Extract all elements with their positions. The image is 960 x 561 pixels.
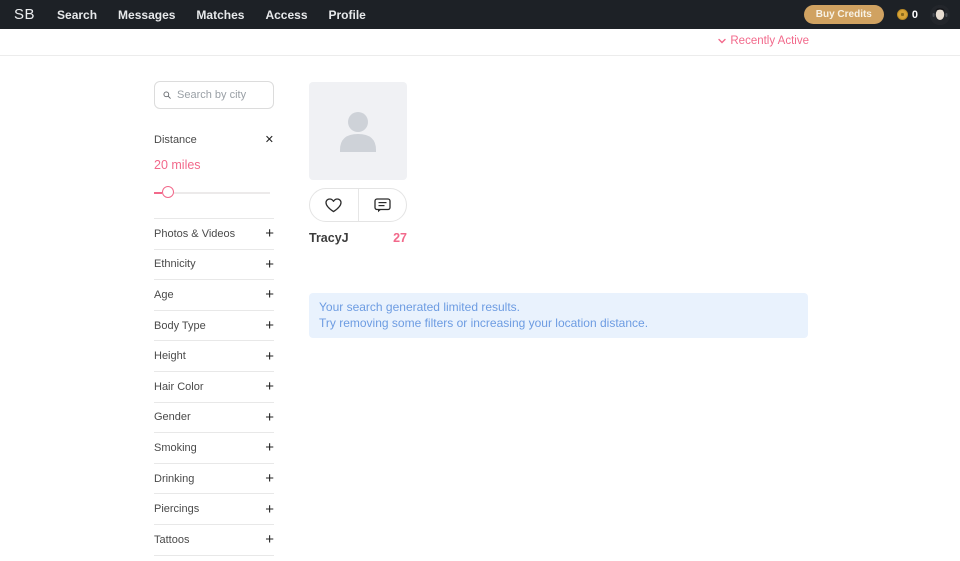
profile-card: TracyJ 27 <box>309 82 407 245</box>
profile-meta: TracyJ 27 <box>309 231 407 245</box>
filter-photos-videos[interactable]: Photos & Videos + <box>154 218 274 249</box>
distance-value: 20 miles <box>154 158 274 172</box>
filter-drinking[interactable]: Drinking + <box>154 463 274 494</box>
expand-plus-icon: + <box>265 257 274 272</box>
message-button[interactable] <box>359 189 407 221</box>
filter-list: Photos & Videos + Ethnicity + Age + Body… <box>154 218 274 556</box>
expand-plus-icon: + <box>265 349 274 364</box>
user-avatar[interactable] <box>930 5 950 25</box>
clear-distance-icon[interactable]: ✕ <box>265 135 274 146</box>
filter-age[interactable]: Age + <box>154 279 274 310</box>
chat-bubble-icon <box>374 198 391 213</box>
distance-slider[interactable] <box>154 186 274 199</box>
slider-handle[interactable] <box>162 186 174 198</box>
nav-item-messages[interactable]: Messages <box>118 8 175 22</box>
heart-icon <box>325 198 342 213</box>
profile-action-bar <box>309 188 407 222</box>
filter-tattoos[interactable]: Tattoos + <box>154 524 274 555</box>
buy-credits-button[interactable]: Buy Credits <box>804 5 884 24</box>
expand-plus-icon: + <box>265 471 274 486</box>
filter-ethnicity[interactable]: Ethnicity + <box>154 249 274 280</box>
app-logo[interactable]: SB <box>14 6 35 23</box>
filter-gender[interactable]: Gender + <box>154 402 274 433</box>
sort-label: Recently Active <box>730 35 809 47</box>
results-toolbar: Recently Active <box>0 29 960 56</box>
expand-plus-icon: + <box>265 532 274 547</box>
city-search-input[interactable] <box>177 89 265 101</box>
like-button[interactable] <box>310 189 359 221</box>
limited-results-notice: Your search generated limited results. T… <box>309 293 808 338</box>
expand-plus-icon: + <box>265 410 274 425</box>
profile-photo-placeholder[interactable] <box>309 82 407 180</box>
nav-item-profile[interactable]: Profile <box>329 8 366 22</box>
expand-plus-icon: + <box>265 287 274 302</box>
expand-plus-icon: + <box>265 226 274 241</box>
profile-name[interactable]: TracyJ <box>309 231 349 245</box>
distance-label: Distance <box>154 134 197 146</box>
search-icon <box>163 89 171 101</box>
profile-age: 27 <box>393 231 407 245</box>
avatar-photo-placeholder <box>930 5 950 25</box>
filter-smoking[interactable]: Smoking + <box>154 432 274 463</box>
filter-piercings[interactable]: Piercings + <box>154 493 274 524</box>
sort-dropdown[interactable]: Recently Active <box>718 35 809 47</box>
expand-plus-icon: + <box>265 502 274 517</box>
credits-balance: 0 <box>897 9 918 21</box>
navbar-right: Buy Credits 0 <box>804 5 950 25</box>
expand-plus-icon: + <box>265 440 274 455</box>
nav-item-access[interactable]: Access <box>265 8 307 22</box>
slider-fill <box>154 192 162 194</box>
distance-filter-header: Distance ✕ <box>154 134 274 146</box>
notice-line-1: Your search generated limited results. <box>319 300 798 316</box>
coin-icon <box>897 9 908 20</box>
chevron-down-icon <box>718 38 726 44</box>
expand-plus-icon: + <box>265 318 274 333</box>
nav-menu: Search Messages Matches Access Profile <box>57 8 366 22</box>
credits-count: 0 <box>912 9 918 21</box>
filter-sidebar: Distance ✕ 20 miles Photos & Videos + Et… <box>154 81 274 556</box>
nav-item-search[interactable]: Search <box>57 8 97 22</box>
expand-plus-icon: + <box>265 379 274 394</box>
city-search[interactable] <box>154 81 274 109</box>
filter-body-type[interactable]: Body Type + <box>154 310 274 341</box>
nav-item-matches[interactable]: Matches <box>196 8 244 22</box>
filter-height[interactable]: Height + <box>154 340 274 371</box>
person-silhouette-icon <box>331 104 385 158</box>
notice-line-2: Try removing some filters or increasing … <box>319 316 798 332</box>
top-navbar: SB Search Messages Matches Access Profil… <box>0 0 960 29</box>
filter-hair-color[interactable]: Hair Color + <box>154 371 274 402</box>
